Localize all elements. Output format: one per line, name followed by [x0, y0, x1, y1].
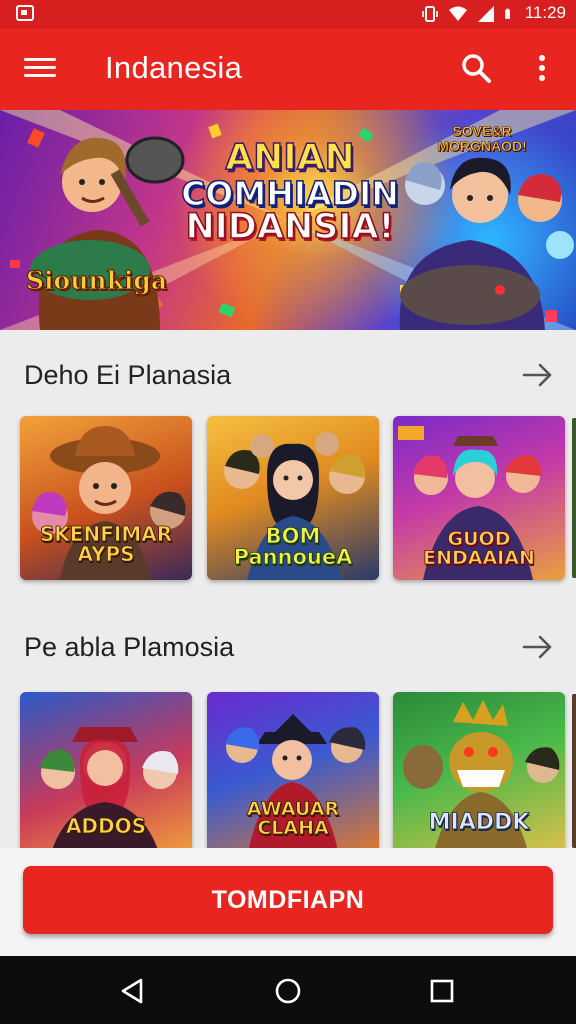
- recents-icon[interactable]: [425, 974, 459, 1008]
- home-icon[interactable]: [271, 974, 305, 1008]
- game-card[interactable]: GUOD ENDAAIAN: [393, 416, 565, 580]
- section-header-1: Deho Ei Planasia: [0, 350, 576, 400]
- wifi-icon: [449, 6, 467, 21]
- card-title: ADDOS: [65, 814, 147, 838]
- game-card[interactable]: AWAUAR CLAHA: [207, 692, 379, 856]
- card-title: SKENFIMAR AYPS: [39, 522, 173, 566]
- back-icon[interactable]: [115, 974, 149, 1008]
- status-bar: 11:29: [0, 0, 576, 28]
- card-peek: [572, 418, 576, 578]
- hero-headline: ANIAN COMHIADIN NIDANSIA!: [180, 137, 399, 248]
- game-card[interactable]: MIADDK: [393, 692, 565, 856]
- game-card[interactable]: BOM PannoueA: [207, 416, 379, 580]
- section-header-2: Pe abla Plamosia: [0, 622, 576, 672]
- hero-logo-right: SOVE&R MORGNAOD!: [437, 123, 527, 155]
- search-icon[interactable]: [458, 50, 494, 86]
- vibrate-icon: [422, 6, 438, 22]
- game-card[interactable]: ADDOS: [20, 692, 192, 856]
- card-title: AWAUAR CLAHA: [246, 798, 340, 839]
- hero-logo-left: Siounkiga: [25, 266, 168, 296]
- card-title: GUOD ENDAAIAN: [423, 528, 536, 569]
- menu-icon[interactable]: [22, 54, 58, 84]
- signal-icon: [478, 6, 494, 22]
- hero-banner[interactable]: ANIAN COMHIADIN NIDANSIA! Siounkiga SOVE…: [0, 110, 576, 330]
- cta-button[interactable]: TOMDFIAPN: [23, 866, 553, 934]
- arrow-right-icon[interactable]: [520, 360, 556, 390]
- section-title: Deho Ei Planasia: [24, 360, 232, 390]
- more-vert-icon[interactable]: [526, 50, 558, 86]
- app-title: Indanesia: [105, 50, 243, 85]
- battery-icon: [505, 8, 510, 19]
- system-nav-bar: [0, 956, 576, 1024]
- app-bar: Indanesia: [0, 28, 576, 110]
- card-title: MIADDK: [428, 810, 530, 835]
- clock: 11:29: [524, 3, 566, 22]
- card-title: BOM PannoueA: [233, 524, 353, 569]
- section-title: Pe abla Plamosia: [24, 632, 235, 662]
- game-card[interactable]: SKENFIMAR AYPS: [20, 416, 192, 580]
- card-peek: [572, 694, 576, 848]
- notification-icon: [16, 5, 34, 21]
- arrow-right-icon[interactable]: [520, 632, 556, 662]
